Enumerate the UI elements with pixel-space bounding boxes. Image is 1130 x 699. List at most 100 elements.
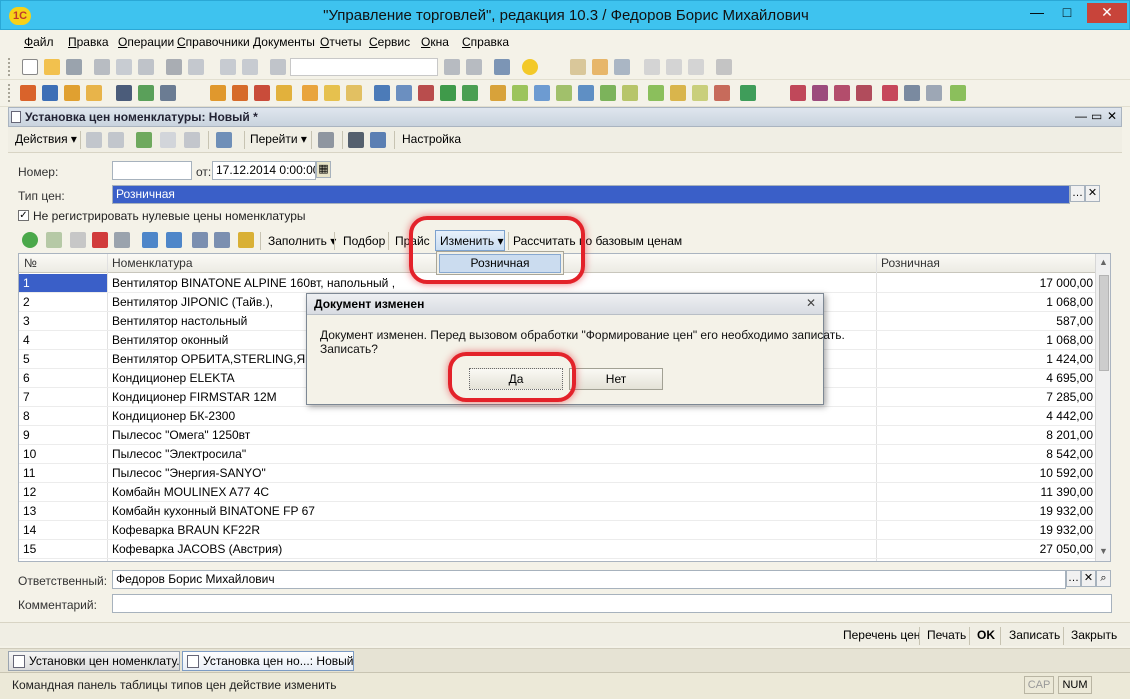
print-doc-icon[interactable] [108, 132, 124, 148]
paste-icon[interactable] [138, 59, 154, 75]
window-tab-current-document[interactable]: Установка цен но...: Новый * [182, 651, 354, 671]
scroll-up-arrow[interactable]: ▲ [1099, 257, 1108, 267]
purchase-icon[interactable] [232, 85, 248, 101]
search-icon[interactable] [270, 59, 286, 75]
retail-price-cell[interactable]: 19 932,00 [879, 504, 1093, 518]
retail-price-cell[interactable]: 587,00 [879, 314, 1093, 328]
price-list-report-button[interactable]: Перечень цен [843, 628, 920, 642]
item-name-cell[interactable]: Пылесос "Энергия-SANYO" [112, 466, 872, 480]
save-button[interactable]: Записать [1009, 628, 1060, 642]
return-icon[interactable] [254, 85, 270, 101]
copy-row-icon[interactable] [46, 232, 62, 248]
receipt-icon[interactable] [346, 85, 362, 101]
retail-price-cell[interactable]: 11 390,00 [879, 485, 1094, 499]
date-field[interactable]: 17.12.2014 0:00:00 [212, 161, 316, 180]
copy-icon[interactable] [116, 59, 132, 75]
doc-journal-icon[interactable] [20, 85, 36, 101]
done-icon[interactable] [950, 85, 966, 101]
find-next-icon[interactable] [444, 59, 460, 75]
doc-list-icon[interactable] [42, 85, 58, 101]
notes-icon[interactable] [926, 85, 942, 101]
menu-file[interactable]: Файл [24, 35, 54, 49]
scroll-down-arrow[interactable]: ▼ [1099, 546, 1108, 556]
scroll-thumb[interactable] [1099, 275, 1109, 371]
menu-service[interactable]: Сервис [369, 35, 410, 49]
doc-orders-icon[interactable] [64, 85, 80, 101]
cut-icon[interactable] [94, 59, 110, 75]
row-number-cell[interactable]: 3 [23, 314, 103, 328]
add-row-icon[interactable] [22, 232, 38, 248]
retail-price-cell[interactable]: 27 050,00 [879, 542, 1093, 556]
item-name-cell[interactable]: Пылесос "Электросила" [112, 447, 872, 461]
retail-price-cell[interactable]: 1 068,00 [879, 333, 1093, 347]
partners-icon[interactable] [116, 85, 132, 101]
price-list-icon[interactable] [556, 85, 572, 101]
info-icon[interactable] [522, 59, 538, 75]
memory-m-icon[interactable] [644, 59, 660, 75]
column-number[interactable]: № [24, 256, 37, 270]
menu-edit[interactable]: Правка [68, 35, 109, 49]
check-doc-icon[interactable] [622, 85, 638, 101]
payment-icon[interactable] [324, 85, 340, 101]
row-number-cell[interactable]: 10 [23, 447, 103, 461]
help-icon[interactable] [318, 132, 334, 148]
menu-operations[interactable]: Операции [118, 35, 174, 49]
posting-icon[interactable] [440, 85, 456, 101]
writeoff-icon[interactable] [418, 85, 434, 101]
row-number-cell[interactable]: 2 [23, 295, 103, 309]
mail-icon[interactable] [714, 85, 730, 101]
delete-row-icon[interactable] [92, 232, 108, 248]
retail-price-cell[interactable]: 10 592,00 [879, 466, 1093, 480]
move-icon[interactable] [374, 85, 390, 101]
menu-windows[interactable]: Окна [421, 35, 449, 49]
item-name-cell[interactable]: Пылесос "Омега" 1250вт [112, 428, 872, 442]
row-number-cell[interactable]: 12 [23, 485, 103, 499]
cross-doc-icon[interactable] [692, 85, 708, 101]
goto-menu-button[interactable]: Перейти ▾ [250, 132, 307, 146]
post-doc-icon[interactable] [136, 132, 152, 148]
calculator-icon[interactable] [570, 59, 586, 75]
window-tab-price-list[interactable]: Установки цен номенклату... [8, 651, 180, 671]
menu-help[interactable]: Справка [462, 35, 509, 49]
table-row[interactable]: 13 Комбайн кухонный BINATONE FP 67 19 932,… [19, 502, 1095, 521]
doc-minimize-button[interactable]: — [1075, 109, 1087, 123]
reports-icon[interactable] [160, 85, 176, 101]
search-responsible-icon[interactable]: ⌕ [1096, 570, 1111, 587]
move-down-icon[interactable] [166, 232, 182, 248]
toolbar-grip-2[interactable] [8, 84, 12, 102]
retail-price-cell[interactable]: 4 695,00 [879, 371, 1093, 385]
doc-close-button[interactable]: ✕ [1107, 109, 1117, 123]
select-price-type-button[interactable]: … [1070, 185, 1085, 202]
sort-asc-icon[interactable] [192, 232, 208, 248]
table-row[interactable]: 10 Пылесос "Электросила" 8 542,00 [19, 445, 1095, 464]
events-icon[interactable] [834, 85, 850, 101]
green-doc-icon[interactable] [740, 85, 756, 101]
row-number-cell[interactable]: 9 [23, 428, 103, 442]
item-name-cell[interactable]: Комбайн кухонный BINATONE FP 67 [112, 504, 872, 518]
item-name-cell[interactable]: Кофеварка JACOBS (Австрия) [112, 542, 872, 556]
retail-price-cell[interactable]: 19 932,00 [879, 523, 1093, 537]
goods-icon[interactable] [138, 85, 154, 101]
letters-icon[interactable] [882, 85, 898, 101]
retail-price-cell[interactable]: 7 285,00 [879, 390, 1093, 404]
doc-invoice-icon[interactable] [86, 85, 102, 101]
row-number-cell[interactable]: 5 [23, 352, 103, 366]
move-up-icon[interactable] [142, 232, 158, 248]
open-icon[interactable] [44, 59, 60, 75]
sort-desc-icon[interactable] [214, 232, 230, 248]
responsible-field[interactable]: Федоров Борис Михайлович [112, 570, 1066, 589]
table-row[interactable]: 8 Кондиционер БК-2300 4 442,00 [19, 407, 1095, 426]
row-number-cell[interactable]: 4 [23, 333, 103, 347]
plus-goods-icon[interactable] [600, 85, 616, 101]
save-icon[interactable] [66, 59, 82, 75]
new-icon[interactable] [22, 59, 38, 75]
users-icon[interactable] [614, 59, 630, 75]
table-row[interactable]: 14 Кофеварка BRAUN KF22R 19 932,00 [19, 521, 1095, 540]
windows-icon[interactable] [494, 59, 510, 75]
sales-icon[interactable] [210, 85, 226, 101]
ok-button[interactable]: OK [977, 628, 995, 642]
calendar-picker-icon[interactable]: ▦ [316, 161, 331, 178]
zero-prices-checkbox[interactable]: ✓ [18, 210, 29, 221]
item-name-cell[interactable]: Комбайн MOULINEX A77 4C [112, 485, 872, 499]
list-view-icon[interactable] [370, 132, 386, 148]
